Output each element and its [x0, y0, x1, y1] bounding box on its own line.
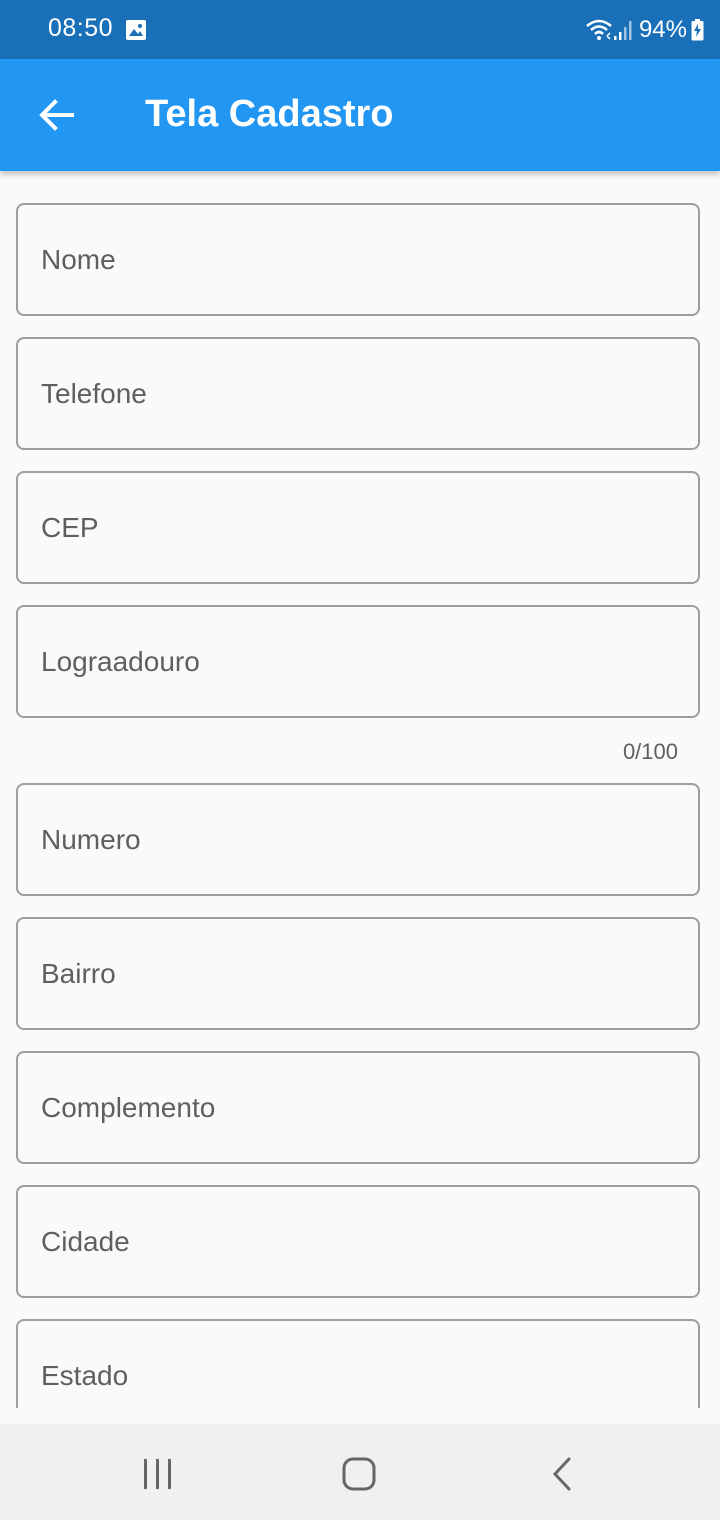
status-bar: 08:50 94%	[0, 0, 720, 59]
home-icon	[342, 1457, 376, 1491]
system-nav-bar	[0, 1424, 720, 1520]
telefone-field[interactable]	[16, 337, 700, 450]
cep-input[interactable]	[18, 473, 698, 582]
image-notification-icon	[126, 20, 146, 45]
numero-input[interactable]	[18, 785, 698, 894]
complemento-input[interactable]	[18, 1053, 698, 1162]
recent-apps-icon	[144, 1459, 171, 1489]
nome-input[interactable]	[18, 205, 698, 314]
logradouro-input[interactable]	[18, 607, 698, 716]
nav-back-button[interactable]	[520, 1444, 600, 1504]
estado-field[interactable]	[16, 1319, 700, 1408]
back-button[interactable]	[22, 87, 90, 143]
nome-field[interactable]	[16, 203, 700, 316]
estado-input[interactable]	[18, 1321, 698, 1408]
battery-charging-icon	[691, 19, 704, 41]
complemento-field[interactable]	[16, 1051, 700, 1164]
cidade-field[interactable]	[16, 1185, 700, 1298]
wifi-icon	[585, 18, 613, 42]
signal-icon	[613, 18, 633, 42]
logradouro-field[interactable]	[16, 605, 700, 718]
recent-apps-button[interactable]	[118, 1444, 198, 1504]
status-icons: 94%	[585, 14, 704, 46]
app-bar: Tela Cadastro	[0, 59, 720, 171]
logradouro-char-counter: 0/100	[622, 739, 678, 764]
bairro-field[interactable]	[16, 917, 700, 1030]
cep-field[interactable]	[16, 471, 700, 584]
page-title: Tela Cadastro	[145, 93, 394, 135]
battery-percentage: 94%	[638, 16, 687, 43]
status-time: 08:50	[48, 14, 114, 42]
registration-form[interactable]: 0/100	[0, 171, 720, 1408]
numero-field[interactable]	[16, 783, 700, 896]
arrow-back-icon	[39, 99, 74, 131]
bairro-input[interactable]	[18, 919, 698, 1028]
telefone-input[interactable]	[18, 339, 698, 448]
back-icon	[552, 1457, 571, 1491]
home-button[interactable]	[319, 1444, 399, 1504]
cidade-input[interactable]	[18, 1187, 698, 1296]
